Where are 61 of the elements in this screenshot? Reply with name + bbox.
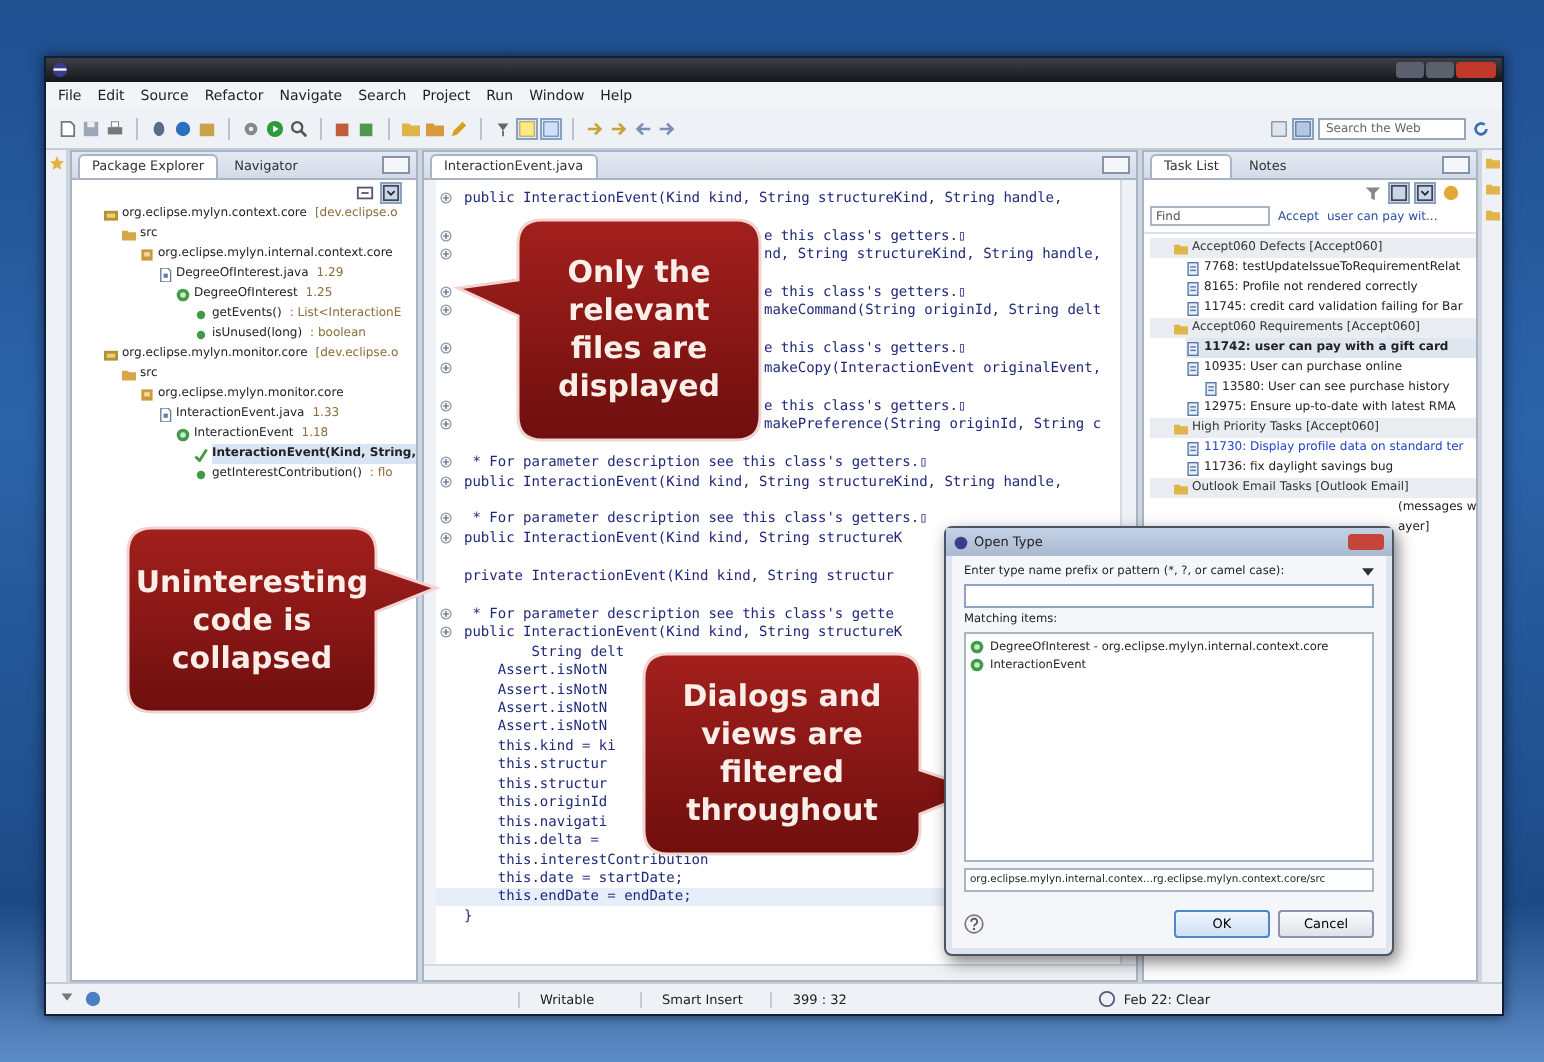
folder-icon bbox=[122, 367, 136, 381]
callout-text: Dialogs and views are filtered throughout bbox=[680, 678, 884, 830]
callout-text: Only the relevant files are displayed bbox=[555, 254, 723, 406]
caret-icon[interactable] bbox=[1362, 568, 1374, 576]
new-file-icon[interactable] bbox=[58, 119, 76, 137]
pencil-icon[interactable] bbox=[450, 119, 468, 137]
callout-text: Uninteresting code is collapsed bbox=[133, 563, 371, 677]
fold-icon[interactable] bbox=[440, 191, 452, 204]
focus-icon[interactable] bbox=[1416, 183, 1434, 201]
file-icon bbox=[158, 267, 172, 281]
class-icon bbox=[176, 287, 190, 301]
folder-icon bbox=[1174, 321, 1188, 335]
fold-icon[interactable] bbox=[440, 418, 452, 431]
fold-icon[interactable] bbox=[440, 304, 452, 317]
fold-icon[interactable] bbox=[440, 361, 452, 374]
task-icon bbox=[1186, 261, 1200, 275]
method-icon bbox=[194, 467, 208, 481]
folder-icon bbox=[122, 227, 136, 241]
fold-icon[interactable] bbox=[440, 248, 452, 261]
fold-icon[interactable] bbox=[440, 399, 452, 412]
fold-icon[interactable] bbox=[440, 607, 452, 620]
refresh-icon[interactable] bbox=[1472, 119, 1490, 137]
task-icon bbox=[1186, 281, 1200, 295]
fold-icon[interactable] bbox=[440, 626, 452, 639]
arrow-icon[interactable] bbox=[610, 119, 628, 137]
fold-icon[interactable] bbox=[440, 229, 452, 242]
fold-icon[interactable] bbox=[440, 285, 452, 298]
task-icon bbox=[1204, 381, 1218, 395]
class-icon bbox=[176, 427, 190, 441]
star-icon[interactable] bbox=[49, 156, 63, 170]
print-icon[interactable] bbox=[106, 119, 124, 137]
constructor-icon bbox=[194, 447, 208, 461]
project-icon bbox=[104, 347, 118, 361]
arrow-icon[interactable] bbox=[586, 119, 604, 137]
search-icon[interactable] bbox=[290, 119, 308, 137]
input-field[interactable] bbox=[964, 584, 1374, 608]
forward-icon[interactable] bbox=[658, 119, 676, 137]
fold-icon[interactable] bbox=[440, 342, 452, 355]
folder-icon bbox=[1174, 421, 1188, 435]
folder-icon bbox=[1174, 241, 1188, 255]
minimize-button[interactable] bbox=[1102, 156, 1130, 174]
help-icon[interactable] bbox=[964, 914, 984, 934]
focus-icon[interactable] bbox=[382, 183, 400, 201]
fold-icon[interactable] bbox=[440, 456, 452, 469]
file-icon bbox=[158, 407, 172, 421]
fold-icon[interactable] bbox=[440, 475, 452, 488]
scrollbar[interactable] bbox=[424, 964, 1136, 980]
minimize-button[interactable] bbox=[1442, 156, 1470, 174]
project-icon bbox=[104, 207, 118, 221]
app-icon bbox=[52, 62, 68, 78]
run-icon[interactable] bbox=[266, 119, 284, 137]
app-icon bbox=[954, 535, 968, 549]
task-icon bbox=[1186, 361, 1200, 375]
fold-icon[interactable] bbox=[440, 512, 452, 525]
collapse-all-icon[interactable] bbox=[356, 183, 374, 201]
folder-icon bbox=[1174, 481, 1188, 495]
fold-icon[interactable] bbox=[440, 531, 452, 544]
save-icon[interactable] bbox=[82, 119, 100, 137]
minimize-button[interactable] bbox=[382, 156, 410, 174]
task-icon bbox=[1186, 441, 1200, 455]
back-icon[interactable] bbox=[634, 119, 652, 137]
